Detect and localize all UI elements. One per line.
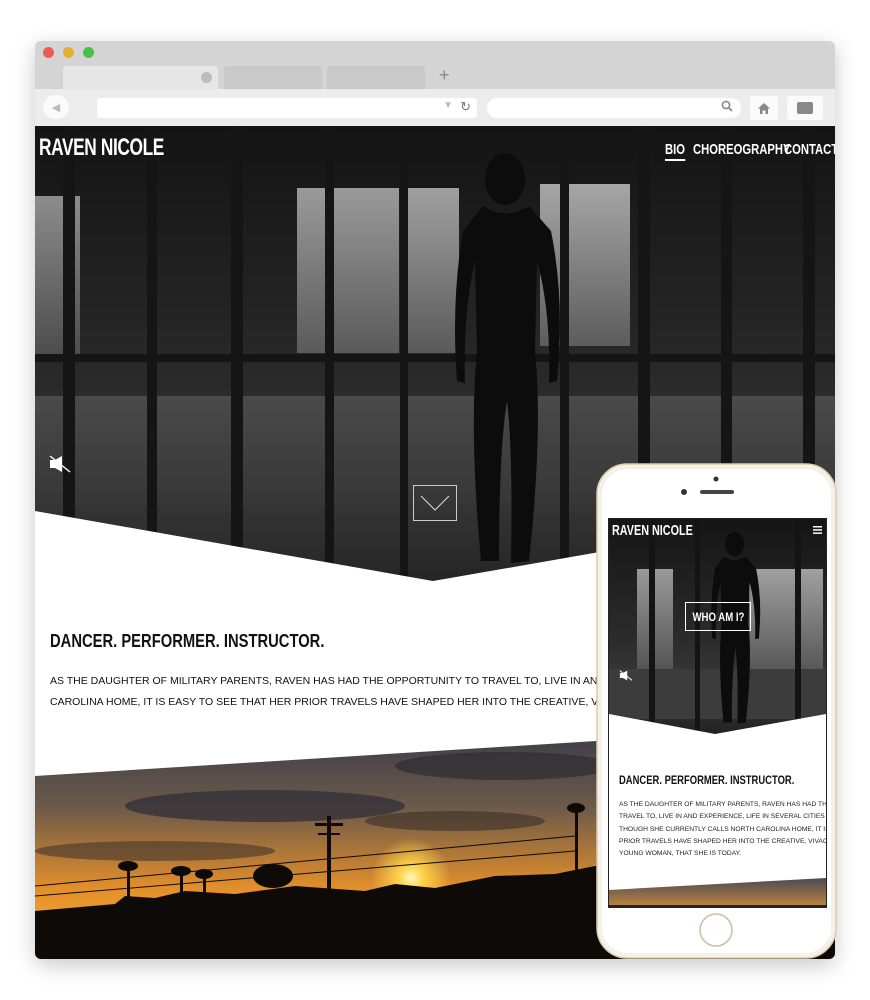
speaker-muted-icon[interactable] xyxy=(619,670,633,684)
nav-link-bio[interactable]: BIO xyxy=(665,141,686,161)
site-logo[interactable]: RAVEN NICOLE xyxy=(39,134,164,162)
mobile-bio-line: YOUNG WOMAN, THAT SHE IS TODAY. xyxy=(619,850,742,858)
who-am-i-label: WHO AM I? xyxy=(692,609,744,624)
mobile-hero-window xyxy=(637,569,673,669)
mobile-sunset-image xyxy=(609,878,826,905)
home-button[interactable] xyxy=(750,96,778,120)
mobile-bio-headline: DANCER. PERFORMER. INSTRUCTOR. xyxy=(619,775,795,787)
mobile-site-logo[interactable]: RAVEN NICOLE xyxy=(612,522,693,539)
back-button[interactable]: ◀ xyxy=(43,95,69,119)
mobile-bio-line: TRAVEL TO, LIVE IN AND EXPERIENCE, LIFE … xyxy=(619,813,826,821)
who-am-i-button[interactable]: WHO AM I? xyxy=(685,602,751,631)
mobile-bio-line: PRIOR TRAVELS HAVE SHAPED HER INTO THE C… xyxy=(619,837,826,845)
phone-speaker xyxy=(700,490,734,494)
nav-link-contact[interactable]: CONTACT xyxy=(784,141,835,158)
back-arrow-icon: ◀ xyxy=(51,101,61,114)
close-window-button[interactable] xyxy=(43,47,54,58)
browser-toolbar: ◀ ▼ ↻ xyxy=(35,89,835,126)
browser-tab-active[interactable] xyxy=(63,66,218,89)
mobile-bio-line: THOUGH SHE CURRENTLY CALLS NORTH CAROLIN… xyxy=(619,825,826,833)
tab-close-icon[interactable] xyxy=(201,72,212,83)
maximize-window-button[interactable] xyxy=(83,47,94,58)
mobile-hero-beam xyxy=(795,519,801,734)
mobile-bio-text: AS THE DAUGHTER OF MILITARY PARENTS, RAV… xyxy=(619,799,826,860)
browser-tab[interactable] xyxy=(224,66,322,89)
speaker-muted-icon[interactable] xyxy=(49,455,71,478)
home-icon xyxy=(758,102,770,114)
hero-window xyxy=(297,188,399,353)
phone-home-button[interactable] xyxy=(699,913,733,947)
bio-headline: DANCER. PERFORMER. INSTRUCTOR. xyxy=(50,631,325,651)
mobile-web-page: RAVEN NICOLE WHO AM I? DANCER. PERFORMER… xyxy=(609,519,826,905)
phone-camera-icon xyxy=(681,489,687,495)
mobile-hero: RAVEN NICOLE WHO AM I? xyxy=(609,519,826,734)
url-bar[interactable]: ▼ ↻ xyxy=(97,98,477,118)
phone-sensor xyxy=(713,476,719,482)
nav-link-choreography[interactable]: CHOREOGRAPHY xyxy=(693,141,791,158)
mobile-bio-line: AS THE DAUGHTER OF MILITARY PARENTS, RAV… xyxy=(619,801,826,808)
extension-button[interactable] xyxy=(787,96,823,120)
browser-chrome: + ◀ ▼ ↻ xyxy=(35,41,835,126)
hamburger-menu-icon[interactable] xyxy=(813,525,822,537)
search-bar[interactable] xyxy=(487,98,741,118)
mobile-hero-beam xyxy=(649,519,655,734)
browser-tab[interactable] xyxy=(327,66,425,89)
minimize-window-button[interactable] xyxy=(63,47,74,58)
extension-icon xyxy=(797,102,813,114)
mobile-section-divider xyxy=(609,714,826,754)
url-dropdown-icon[interactable]: ▼ xyxy=(443,100,453,111)
search-icon xyxy=(721,100,733,115)
reload-icon[interactable]: ↻ xyxy=(460,99,471,115)
new-tab-button[interactable]: + xyxy=(439,65,450,85)
